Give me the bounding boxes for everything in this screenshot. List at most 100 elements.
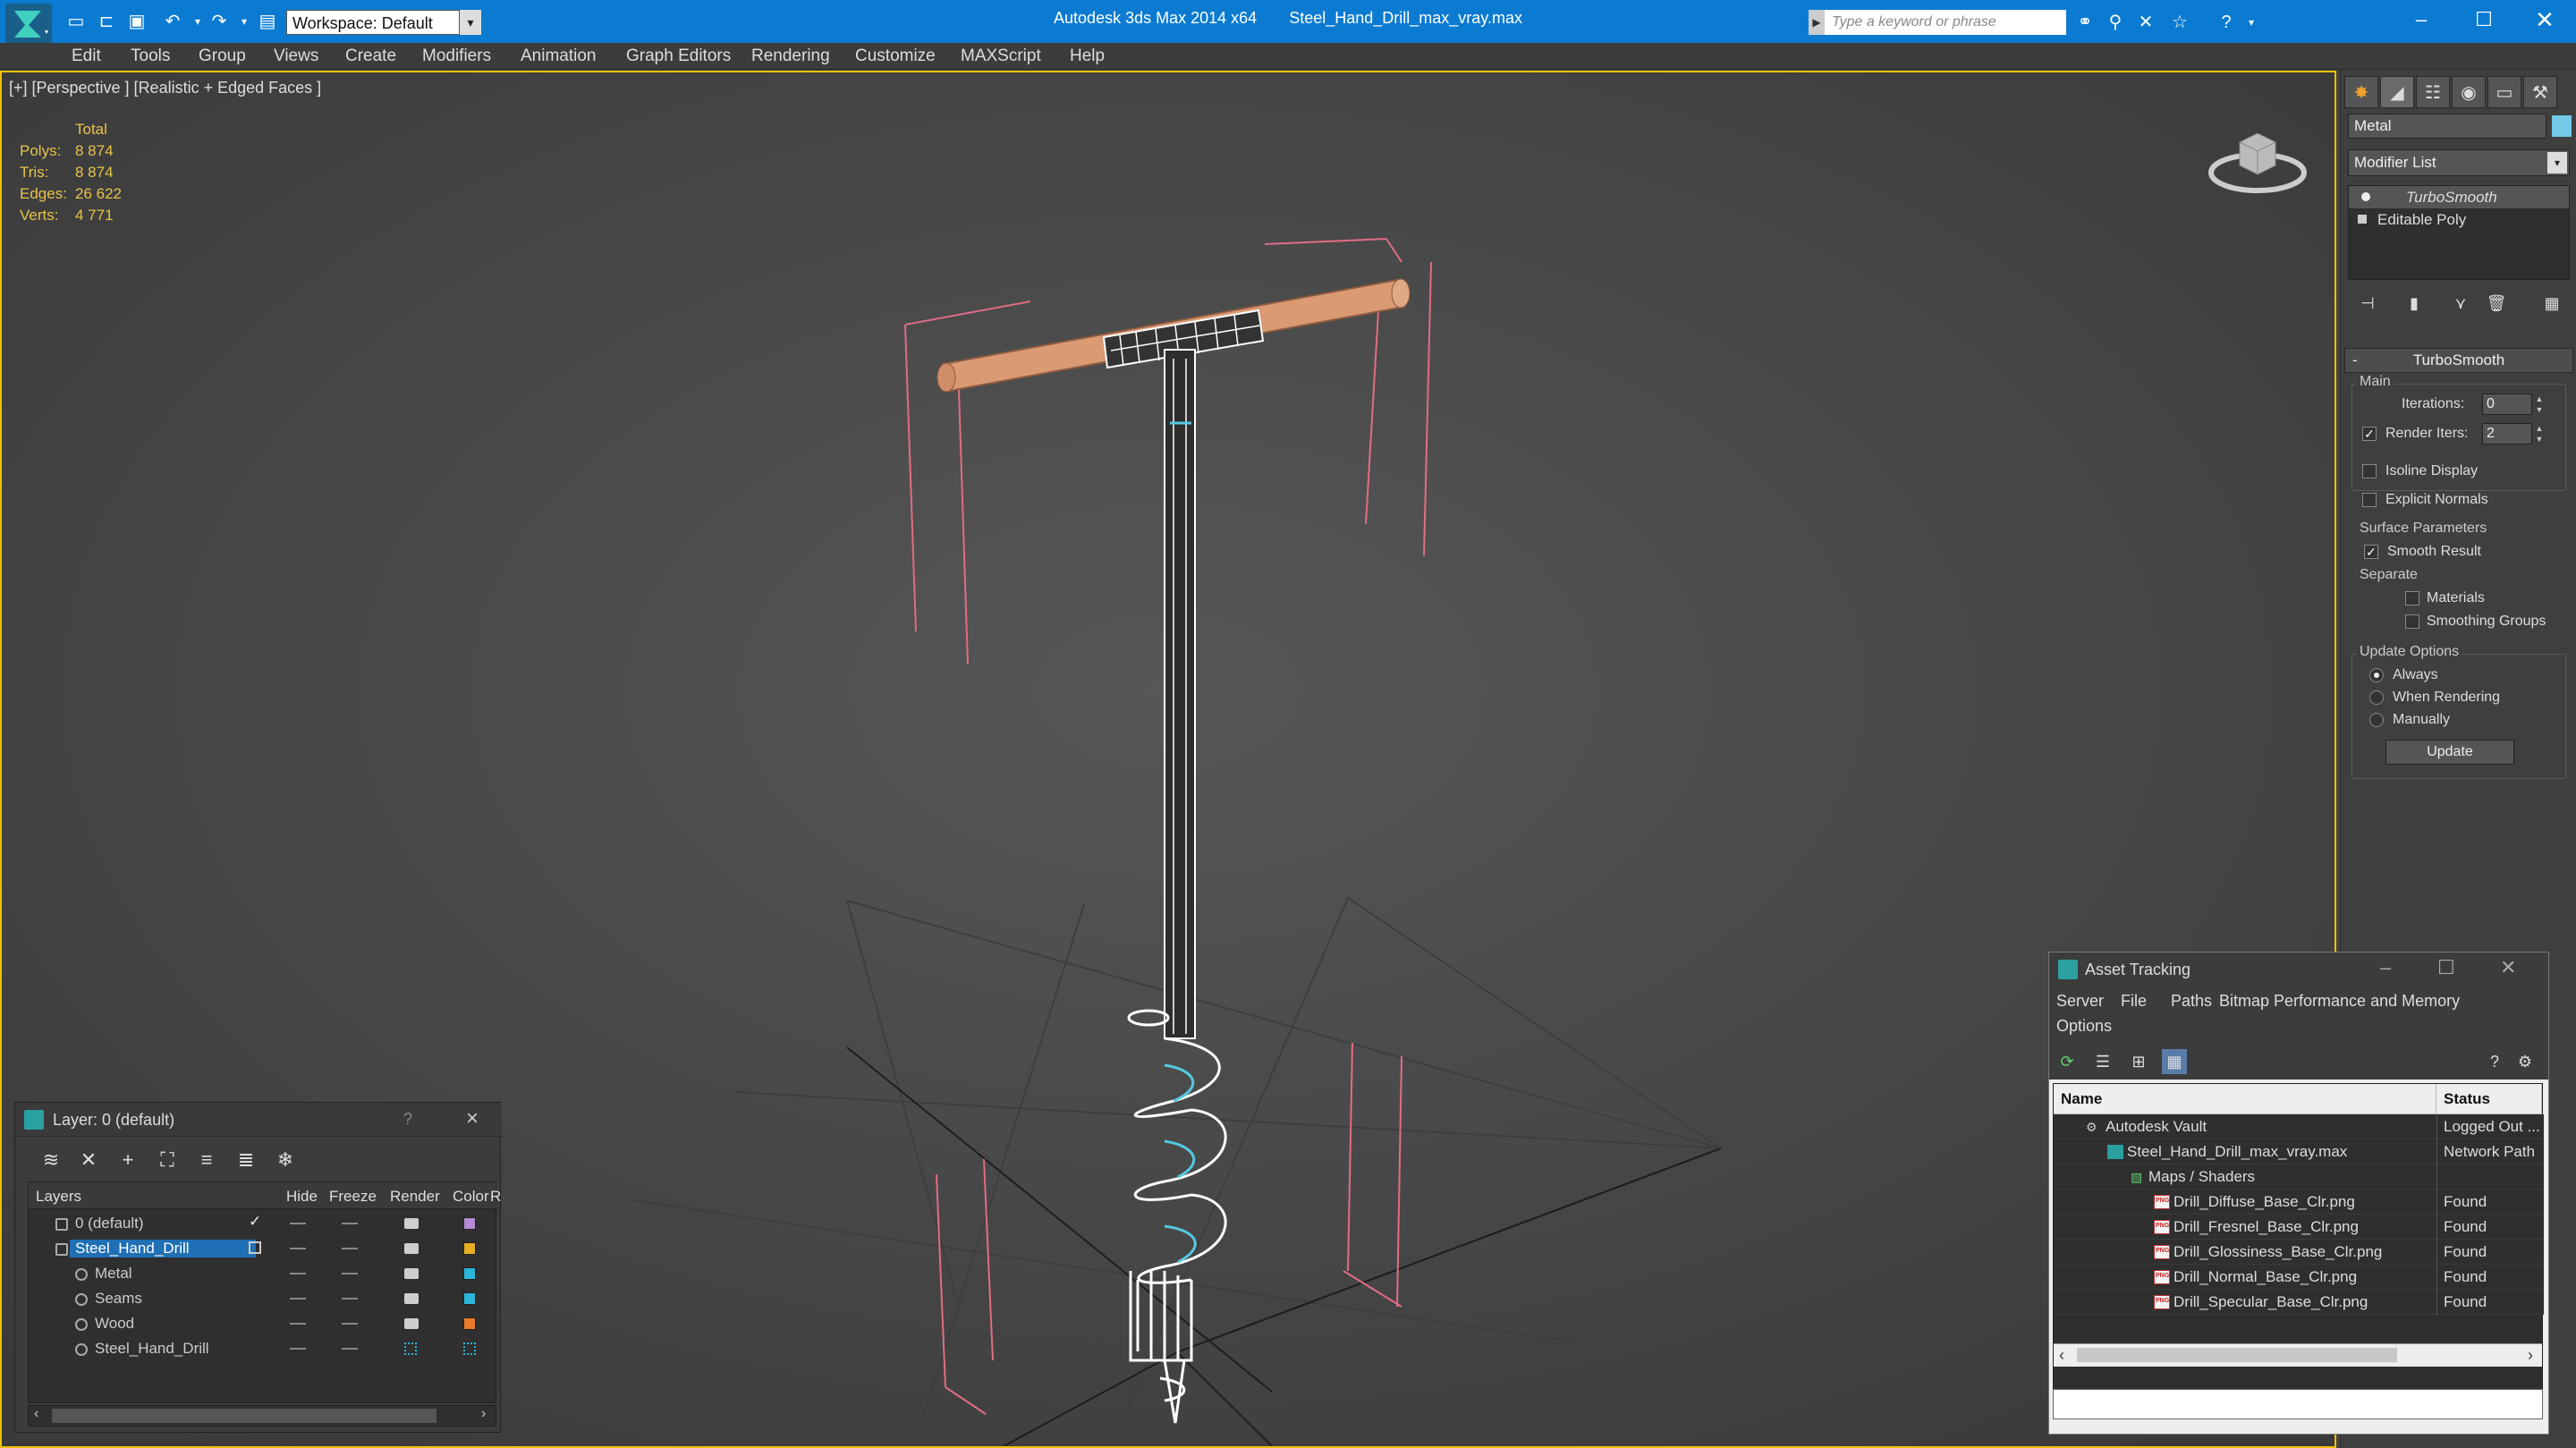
asset-row[interactable]: Drill_Glossiness_Base_Clr.png Found xyxy=(2054,1240,2544,1265)
col-r[interactable]: R xyxy=(490,1188,501,1206)
layer-horizontal-scrollbar[interactable]: ‹ › xyxy=(28,1405,496,1427)
col-hide[interactable]: Hide xyxy=(286,1188,318,1206)
show-end-result-icon[interactable]: ▮ xyxy=(2400,289,2428,318)
smoothing-groups-checkbox[interactable] xyxy=(2405,614,2419,629)
menu-rendering[interactable]: Rendering xyxy=(751,47,830,66)
iterations-spin-arrows-icon[interactable]: ▲ ▼ xyxy=(2532,394,2546,415)
search-expand-icon[interactable]: ▶ xyxy=(1809,10,1825,35)
hide-toggle[interactable] xyxy=(290,1248,306,1249)
close-icon[interactable]: × xyxy=(466,1106,479,1131)
expand-icon[interactable] xyxy=(2358,215,2367,224)
highlight-layer-icon[interactable]: ≡ xyxy=(191,1146,223,1174)
asset-row[interactable]: ▧ Maps / Shaders xyxy=(2054,1164,2544,1190)
layer-color-swatch[interactable] xyxy=(463,1267,476,1280)
layer-color-swatch[interactable] xyxy=(463,1317,476,1330)
refresh-icon[interactable]: ⟳ xyxy=(2055,1049,2080,1074)
iterations-spinner[interactable]: 0 xyxy=(2482,394,2532,415)
chevron-down-icon[interactable]: ▾ xyxy=(2547,152,2567,174)
freeze-toggle[interactable] xyxy=(342,1348,358,1350)
hide-toggle[interactable] xyxy=(290,1223,306,1224)
motion-tab-icon[interactable]: ◉ xyxy=(2452,76,2486,108)
viewport-label[interactable]: [+] [Perspective ] [Realistic + Edged Fa… xyxy=(9,79,321,97)
menu-maxscript[interactable]: MAXScript xyxy=(961,47,1041,66)
workspace-dropdown-icon[interactable]: ▾ xyxy=(460,10,481,35)
render-teapot-icon[interactable] xyxy=(404,1268,419,1279)
layer-dialog-titlebar[interactable]: Layer: 0 (default) ? × xyxy=(15,1103,502,1137)
stack-item-editable-poly[interactable]: Editable Poly xyxy=(2349,208,2569,231)
help-icon[interactable]: ? xyxy=(2482,1049,2507,1074)
col-name[interactable]: Name xyxy=(2054,1084,2436,1114)
select-objects-icon[interactable]: ⛶ xyxy=(151,1146,183,1174)
hide-toggle[interactable] xyxy=(290,1323,306,1325)
materials-checkbox[interactable] xyxy=(2405,591,2419,605)
col-render[interactable]: Render xyxy=(390,1188,440,1206)
redo-icon[interactable]: ↷ xyxy=(206,9,233,34)
create-layer-icon[interactable]: ≋ xyxy=(35,1146,67,1174)
asset-horizontal-scrollbar[interactable]: ‹ › xyxy=(2054,1343,2542,1367)
configure-modifier-sets-icon[interactable]: ▦ xyxy=(2538,289,2566,318)
collapse-icon[interactable]: - xyxy=(2352,349,2358,372)
menu-views[interactable]: Views xyxy=(274,47,318,66)
update-button[interactable]: Update xyxy=(2385,740,2514,765)
hide-toggle[interactable] xyxy=(290,1273,306,1274)
isoline-display-checkbox[interactable] xyxy=(2362,464,2377,478)
menu-paths[interactable]: Paths xyxy=(2171,992,2212,1011)
explicit-normals-checkbox[interactable] xyxy=(2362,493,2377,507)
make-unique-icon[interactable]: ⋎ xyxy=(2446,289,2475,318)
pin-stack-icon[interactable]: ⊣ xyxy=(2353,289,2382,318)
open-file-icon[interactable]: ⊏ xyxy=(93,9,120,34)
freeze-toggle[interactable] xyxy=(342,1248,358,1249)
layer-row[interactable]: Steel_Hand_Drill xyxy=(29,1336,497,1361)
menu-tools[interactable]: Tools xyxy=(131,47,170,66)
menu-bitmap-performance[interactable]: Bitmap Performance and Memory xyxy=(2219,992,2460,1011)
menu-edit[interactable]: Edit xyxy=(72,47,101,66)
smooth-result-checkbox[interactable]: ✓ xyxy=(2364,545,2378,559)
layer-color-dotted-icon[interactable] xyxy=(463,1342,476,1355)
asset-row[interactable]: Steel_Hand_Drill_max_vray.max Network Pa… xyxy=(2054,1139,2544,1164)
freeze-toggle[interactable] xyxy=(342,1223,358,1224)
viewcube-icon[interactable] xyxy=(2204,115,2311,205)
menu-file[interactable]: File xyxy=(2121,992,2147,1011)
project-folder-icon[interactable]: ▤ xyxy=(254,9,281,34)
new-file-icon[interactable]: ▭ xyxy=(63,9,89,34)
maximize-icon[interactable]: ☐ xyxy=(2453,0,2515,39)
list-view-icon[interactable]: ☰ xyxy=(2090,1049,2115,1074)
scrollbar-thumb[interactable] xyxy=(52,1409,436,1423)
layer-row[interactable]: Steel_Hand_Drill xyxy=(29,1236,497,1261)
vault-icon[interactable]: ⚙ xyxy=(2512,1049,2538,1074)
hide-all-icon[interactable]: ≣ xyxy=(230,1146,262,1174)
close-icon[interactable]: ✕ xyxy=(2500,956,2516,979)
render-iters-spinner[interactable]: 2 xyxy=(2482,423,2532,445)
menu-customize[interactable]: Customize xyxy=(855,47,936,66)
render-iters-checkbox[interactable]: ✓ xyxy=(2362,427,2377,441)
scroll-left-icon[interactable]: ‹ xyxy=(34,1406,38,1422)
modifier-list-dropdown[interactable]: Modifier List ▾ xyxy=(2348,149,2570,176)
delete-layer-icon[interactable]: ✕ xyxy=(72,1146,105,1174)
minimize-icon[interactable]: – xyxy=(2380,956,2391,979)
hide-toggle[interactable] xyxy=(290,1348,306,1350)
modify-tab-icon[interactable]: ◢ xyxy=(2380,76,2414,108)
subscription-icon[interactable]: ⚲ xyxy=(2102,10,2129,35)
menu-animation[interactable]: Animation xyxy=(521,47,597,66)
layer-row[interactable]: 0 (default) ✓ xyxy=(29,1211,497,1236)
object-color-swatch[interactable] xyxy=(2552,115,2572,137)
layer-row[interactable]: Wood xyxy=(29,1311,497,1336)
freeze-toggle[interactable] xyxy=(342,1273,358,1274)
render-dotted-icon[interactable] xyxy=(404,1342,417,1355)
current-layer-check-icon[interactable]: ✓ xyxy=(249,1213,261,1231)
create-tab-icon[interactable]: ✸ xyxy=(2344,76,2378,108)
set-current-layer-icon[interactable] xyxy=(249,1241,261,1254)
always-radio[interactable] xyxy=(2369,668,2384,682)
layer-row[interactable]: Metal xyxy=(29,1261,497,1286)
menu-options[interactable]: Options xyxy=(2056,1017,2112,1036)
scroll-right-icon[interactable]: › xyxy=(2528,1346,2533,1365)
object-name-field[interactable]: Metal xyxy=(2348,114,2546,139)
render-teapot-icon[interactable] xyxy=(404,1293,419,1304)
freeze-all-icon[interactable]: ❄ xyxy=(269,1146,301,1174)
asset-path-field[interactable] xyxy=(2053,1389,2543,1419)
freeze-toggle[interactable] xyxy=(342,1298,358,1300)
scrollbar-thumb[interactable] xyxy=(2077,1348,2397,1362)
hide-toggle[interactable] xyxy=(290,1298,306,1300)
layer-color-swatch[interactable] xyxy=(463,1292,476,1305)
col-color[interactable]: Color xyxy=(453,1188,489,1206)
